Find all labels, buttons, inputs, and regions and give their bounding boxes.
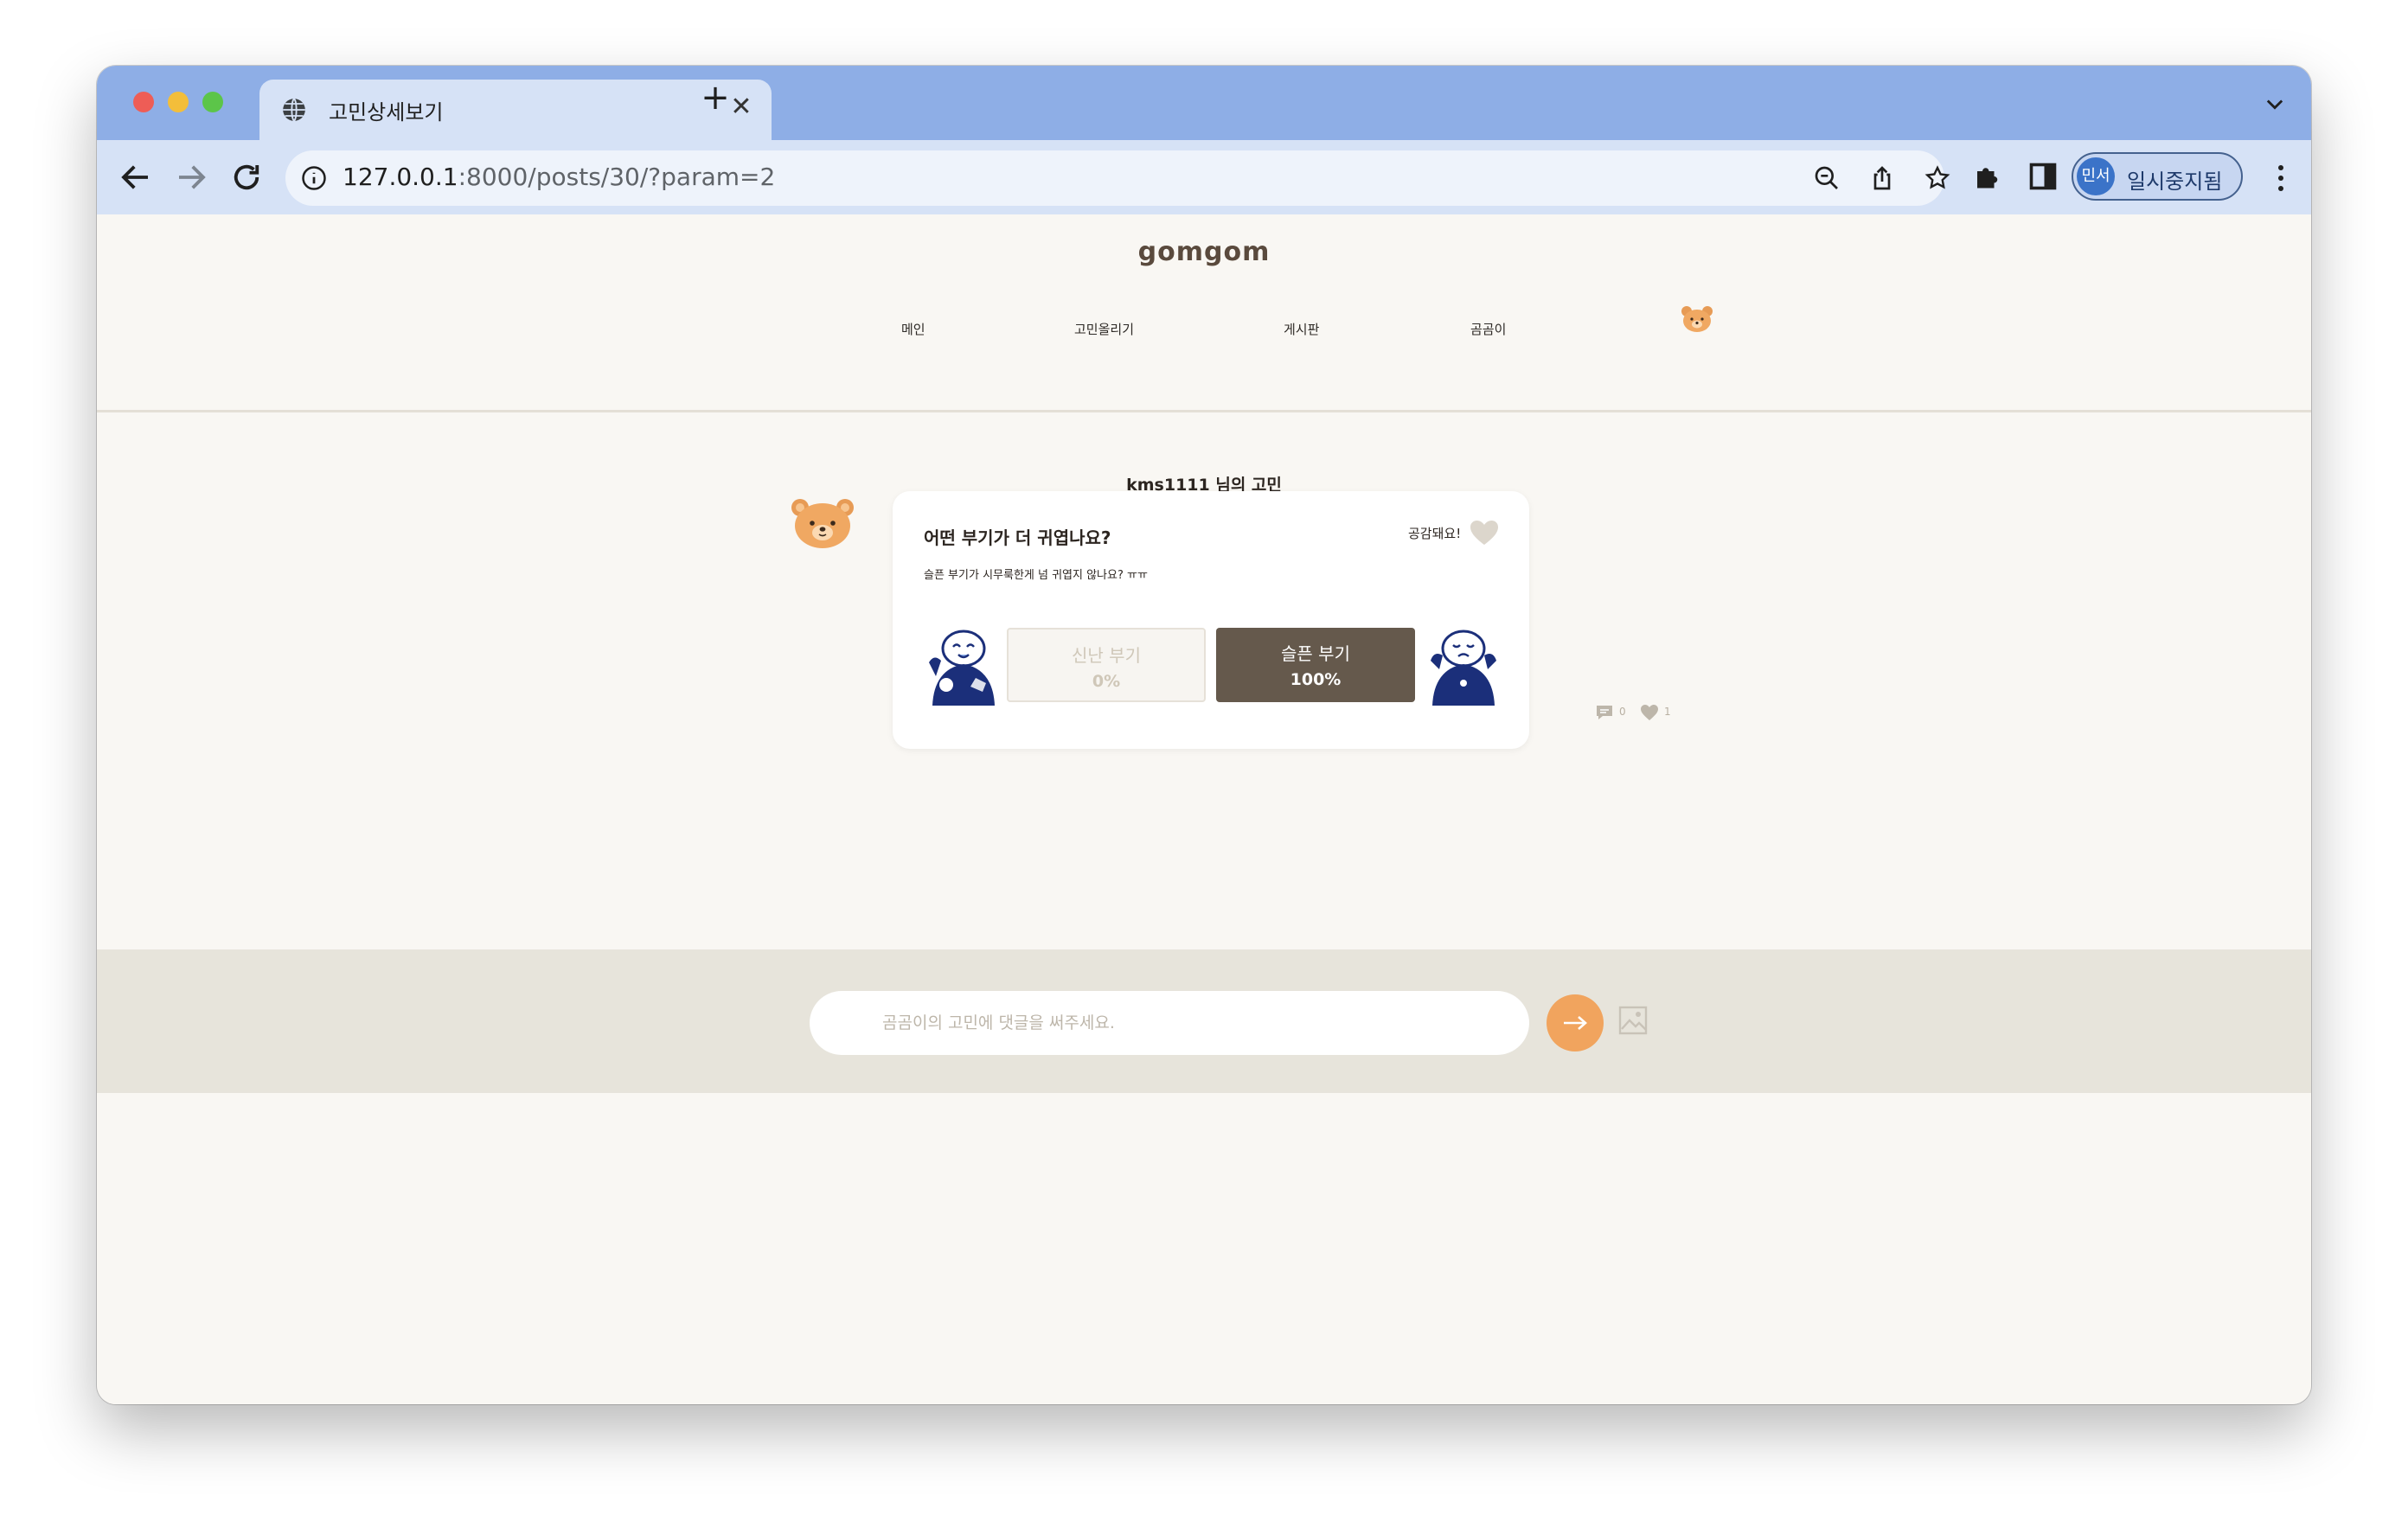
vote-option-percent: 100% xyxy=(1290,670,1342,689)
comment-count: 0 xyxy=(1619,706,1626,718)
like-heart-icon xyxy=(1641,705,1658,720)
empathy-label: 공감돼요! xyxy=(1408,526,1462,541)
back-arrow-icon[interactable] xyxy=(118,159,154,195)
bear-avatar-icon xyxy=(791,499,854,548)
image-attach-icon[interactable] xyxy=(1617,1005,1649,1036)
tab-strip: 고민상세보기 ✕ + xyxy=(97,66,2311,140)
extensions-puzzle-icon[interactable] xyxy=(1972,161,2003,192)
vote-option-happy[interactable]: 신난 부기 0% xyxy=(1007,628,1206,702)
reload-icon[interactable] xyxy=(228,159,265,195)
profile-status: 일시중지됨 xyxy=(2127,169,2223,194)
heart-icon[interactable] xyxy=(1469,519,1500,546)
comment-bar xyxy=(97,949,2311,1093)
globe-icon xyxy=(283,98,305,122)
vote-option-label: 슬픈 부기 xyxy=(1281,643,1350,664)
nav-divider xyxy=(97,410,2311,412)
bookmark-star-icon[interactable] xyxy=(1924,164,1951,192)
zoom-icon[interactable] xyxy=(1813,164,1841,192)
nav-upload[interactable]: 고민올리기 xyxy=(1074,320,1134,338)
nav-main[interactable]: 메인 xyxy=(901,320,925,338)
comment-icon xyxy=(1597,706,1612,719)
more-menu-icon[interactable] xyxy=(2277,163,2285,194)
address-bar[interactable]: 127.0.0.1:8000/posts/30/?param=2 xyxy=(285,150,1950,206)
site-logo[interactable]: gomgom xyxy=(97,237,2311,267)
browser-window: 고민상세보기 ✕ + 127.0.0.1:8000/posts/30/?para… xyxy=(97,66,2311,1404)
vote-option-percent: 0% xyxy=(1092,672,1121,691)
arrow-right-icon xyxy=(1564,1016,1587,1030)
post-title: 어떤 부기가 더 귀엽나요? xyxy=(924,527,1111,548)
close-window-button[interactable] xyxy=(133,92,154,112)
post-body: 슬픈 부기가 시무룩한게 넘 귀엽지 않나요? ㅠㅠ xyxy=(924,569,1148,582)
page-content: gomgom 메인 고민올리기 게시판 곰곰이 kms1111 님의 고민 어떤… xyxy=(97,214,2311,1404)
share-icon[interactable] xyxy=(1868,164,1896,192)
nav-board[interactable]: 게시판 xyxy=(1284,320,1319,338)
browser-toolbar: 127.0.0.1:8000/posts/30/?param=2 민서 일시중지… xyxy=(97,140,2311,215)
minimize-window-button[interactable] xyxy=(168,92,189,112)
site-info-icon[interactable] xyxy=(301,165,327,191)
forward-arrow-icon[interactable] xyxy=(173,159,209,195)
profile-avatar: 민서 xyxy=(2077,157,2115,195)
post-card: 어떤 부기가 더 귀엽나요? 슬픈 부기가 시무룩한게 넘 귀엽지 않나요? ㅠ… xyxy=(893,491,1529,749)
maximize-window-button[interactable] xyxy=(202,92,223,112)
url-path: :8000/posts/30/?param=2 xyxy=(458,163,776,191)
url-host: 127.0.0.1 xyxy=(343,163,458,191)
happy-character-image xyxy=(929,630,995,706)
profile-button[interactable]: 민서 일시중지됨 xyxy=(2072,152,2243,201)
chevron-down-icon[interactable] xyxy=(2263,92,2287,116)
bear-profile-icon[interactable] xyxy=(1680,304,1714,334)
new-tab-button[interactable]: + xyxy=(694,78,737,118)
comment-input[interactable] xyxy=(810,991,1529,1055)
side-panel-icon[interactable] xyxy=(2027,161,2059,192)
vote-option-sad[interactable]: 슬픈 부기 100% xyxy=(1216,628,1415,702)
sad-character-image xyxy=(1431,630,1496,706)
nav-gomgom[interactable]: 곰곰이 xyxy=(1470,320,1506,338)
tab-title: 고민상세보기 xyxy=(329,100,444,125)
send-comment-button[interactable] xyxy=(1547,994,1604,1051)
like-count: 1 xyxy=(1664,706,1671,718)
url-text[interactable]: 127.0.0.1:8000/posts/30/?param=2 xyxy=(343,163,775,191)
vote-option-label: 신난 부기 xyxy=(1072,645,1141,666)
